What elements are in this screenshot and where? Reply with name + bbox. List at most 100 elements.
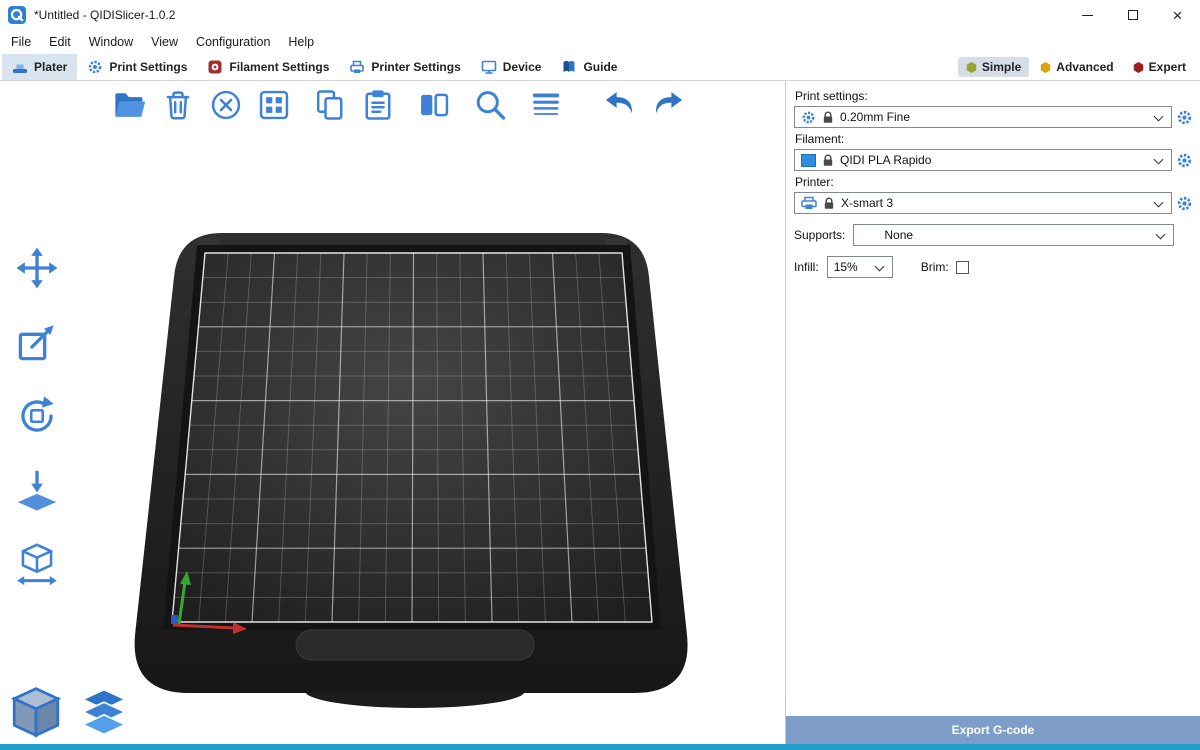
- undo-button[interactable]: [598, 83, 642, 127]
- place-on-face-tool-button[interactable]: [10, 463, 64, 517]
- place-on-face-icon: [14, 467, 60, 513]
- move-icon: [14, 245, 60, 291]
- move-tool-button[interactable]: [10, 241, 64, 295]
- tab-filament-settings[interactable]: Filament Settings: [197, 54, 339, 80]
- lock-icon: [822, 111, 834, 124]
- gear-icon: [1176, 152, 1193, 169]
- copy-icon: [312, 87, 348, 123]
- print-bed: [0, 81, 785, 744]
- measure-tool-button[interactable]: [10, 537, 64, 591]
- printer-label: Printer:: [795, 175, 1200, 189]
- copy-button[interactable]: [308, 83, 352, 127]
- print-settings-select[interactable]: 0.20mm Fine: [794, 106, 1172, 128]
- paste-icon: [360, 87, 396, 123]
- gear-icon: [1176, 195, 1193, 212]
- infill-label: Infill:: [794, 260, 819, 274]
- tab-device[interactable]: Device: [471, 54, 552, 80]
- delete-all-icon: [208, 87, 244, 123]
- view-switcher: [6, 682, 134, 742]
- bed-front-handle: [296, 630, 534, 660]
- arrange-button[interactable]: [252, 83, 296, 127]
- printer-value: X-smart 3: [841, 196, 893, 210]
- menu-help[interactable]: Help: [279, 32, 323, 52]
- window-title: *Untitled - QIDISlicer-1.0.2: [34, 8, 175, 22]
- toolbar-left: [10, 241, 64, 591]
- export-gcode-button[interactable]: Export G-code: [786, 716, 1200, 744]
- lock-icon: [823, 197, 835, 210]
- printer-select[interactable]: X-smart 3: [794, 192, 1172, 214]
- filament-color-swatch: [801, 154, 816, 167]
- filament-gear-button[interactable]: [1172, 152, 1196, 169]
- infill-select[interactable]: 15%: [827, 256, 893, 278]
- gear-icon: [1176, 109, 1193, 126]
- filament-label: Filament:: [795, 132, 1200, 146]
- tab-guide[interactable]: Guide: [551, 54, 627, 80]
- gear-icon: [801, 110, 816, 125]
- scale-icon: [14, 319, 60, 365]
- menu-view[interactable]: View: [142, 32, 187, 52]
- menu-file[interactable]: File: [2, 32, 40, 52]
- filament-select[interactable]: QIDI PLA Rapido: [794, 149, 1172, 171]
- delete-icon: [160, 87, 196, 123]
- maximize-button[interactable]: [1110, 0, 1155, 30]
- paste-button[interactable]: [356, 83, 400, 127]
- chevron-down-icon: [1154, 155, 1164, 165]
- delete-all-button[interactable]: [204, 83, 248, 127]
- infill-value: 15%: [834, 260, 858, 274]
- open-button[interactable]: [108, 83, 152, 127]
- open-icon: [112, 87, 148, 123]
- variable-layer-height-button[interactable]: [524, 83, 568, 127]
- viewport-3d[interactable]: [0, 81, 785, 744]
- arrange-icon: [256, 87, 292, 123]
- redo-button[interactable]: [646, 83, 690, 127]
- app-window: *Untitled - QIDISlicer-1.0.2 × File Edit…: [0, 0, 1200, 750]
- close-button[interactable]: ×: [1155, 0, 1200, 30]
- close-icon: ×: [1173, 7, 1183, 24]
- expert-mode-icon: [1133, 62, 1144, 73]
- tab-plater[interactable]: Plater: [2, 54, 77, 80]
- bottom-status-bar: [0, 744, 1200, 750]
- supports-select[interactable]: None: [853, 224, 1174, 246]
- view-layers-button[interactable]: [74, 682, 134, 742]
- split-button[interactable]: [412, 83, 456, 127]
- gear-icon: [87, 59, 103, 75]
- minimize-button[interactable]: [1065, 0, 1110, 30]
- print-settings-label: Print settings:: [795, 89, 1200, 103]
- view-3d-button[interactable]: [6, 682, 66, 742]
- scale-tool-button[interactable]: [10, 315, 64, 369]
- tab-print-settings[interactable]: Print Settings: [77, 54, 197, 80]
- toolbar-top: [108, 83, 690, 127]
- mode-expert[interactable]: Expert: [1125, 57, 1194, 77]
- delete-button[interactable]: [156, 83, 200, 127]
- measure-icon: [14, 541, 60, 587]
- maximize-icon: [1128, 10, 1138, 20]
- mode-advanced[interactable]: Advanced: [1032, 57, 1121, 77]
- split-icon: [416, 87, 452, 123]
- search-button[interactable]: [468, 83, 512, 127]
- rotate-tool-button[interactable]: [10, 389, 64, 443]
- brim-label: Brim:: [921, 260, 949, 274]
- supports-value: None: [884, 228, 913, 242]
- brim-checkbox[interactable]: [956, 261, 969, 274]
- titlebar: *Untitled - QIDISlicer-1.0.2 ×: [0, 0, 1200, 30]
- printer-gear-button[interactable]: [1172, 195, 1196, 212]
- chevron-down-icon: [1154, 198, 1164, 208]
- menu-edit[interactable]: Edit: [40, 32, 80, 52]
- chevron-down-icon: [1154, 112, 1164, 122]
- advanced-mode-icon: [1040, 62, 1051, 73]
- supports-label: Supports:: [794, 228, 845, 242]
- menu-window[interactable]: Window: [80, 32, 142, 52]
- rotate-icon: [14, 393, 60, 439]
- menu-bar: File Edit Window View Configuration Help: [0, 30, 1200, 54]
- mode-simple[interactable]: Simple: [958, 57, 1029, 77]
- guide-book-icon: [561, 59, 577, 75]
- menu-configuration[interactable]: Configuration: [187, 32, 279, 52]
- view-3d-icon: [8, 684, 64, 740]
- filament-icon: [207, 59, 223, 75]
- tab-printer-settings[interactable]: Printer Settings: [339, 54, 470, 80]
- layers-list-icon: [528, 87, 564, 123]
- view-layers-icon: [76, 684, 132, 740]
- print-settings-gear-button[interactable]: [1172, 109, 1196, 126]
- printer-icon: [349, 59, 365, 75]
- minimize-icon: [1082, 15, 1093, 16]
